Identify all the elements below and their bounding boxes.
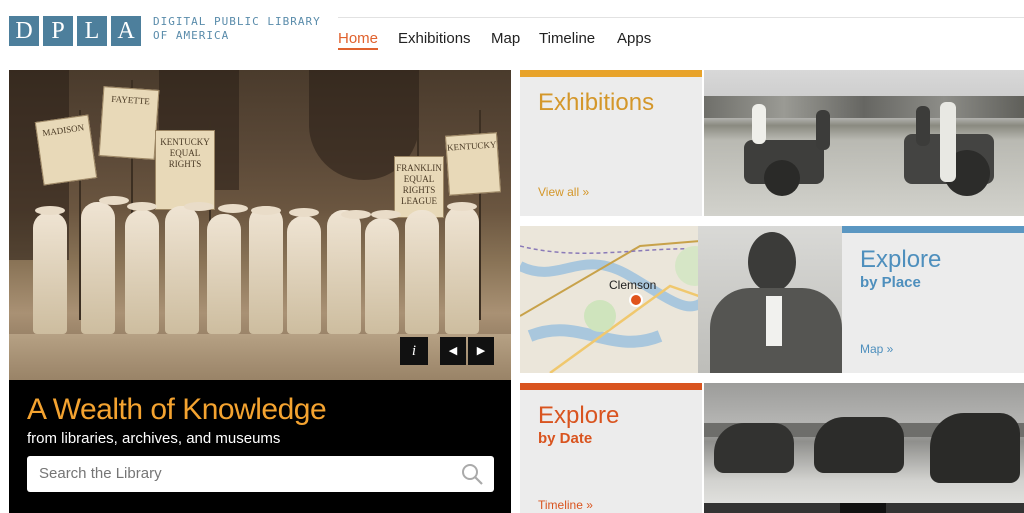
figure [445, 206, 479, 334]
figure [940, 102, 956, 182]
logo-line-1: DIGITAL PUBLIC LIBRARY [153, 15, 321, 28]
figure [916, 106, 930, 146]
racehorse [714, 423, 794, 473]
banner: FRANKLIN EQUAL RIGHTS LEAGUE [394, 156, 444, 218]
date-title[interactable]: Explore [538, 402, 619, 430]
tractor-wheel [764, 160, 800, 196]
exhibitions-view-all-link[interactable]: View all » [538, 185, 589, 199]
hat [35, 206, 65, 215]
hat [341, 210, 371, 219]
nav-apps[interactable]: Apps [617, 30, 651, 47]
logo-line-2: OF AMERICA [153, 29, 230, 42]
figure [365, 218, 399, 334]
figure [207, 214, 241, 334]
nav-timeline[interactable]: Timeline [539, 30, 595, 47]
hat [184, 202, 214, 211]
racehorse [930, 413, 1020, 483]
hero-subtitle: from libraries, archives, and museums [27, 430, 281, 447]
logo-letter: P [43, 16, 73, 46]
hero-photo[interactable]: MADISON FAYETTE KENTUCKY EQUAL RIGHTS FR… [9, 70, 511, 382]
search-icon[interactable] [460, 462, 484, 486]
hero-title: A Wealth of Knowledge [27, 393, 327, 426]
date-accent [520, 383, 702, 390]
nav-home[interactable]: Home [338, 30, 379, 50]
next-slide-button[interactable]: ▶ [468, 337, 494, 365]
timeline-active-segment[interactable] [840, 503, 886, 513]
map-photo[interactable]: Clemson [520, 226, 842, 373]
logo-letter: L [77, 16, 107, 46]
figure [405, 210, 439, 334]
banner: KENTUCKY [444, 132, 502, 196]
logo-wordmark: DIGITAL PUBLIC LIBRARY OF AMERICA [153, 15, 321, 43]
timeline-link[interactable]: Timeline » [538, 498, 593, 512]
info-button[interactable]: i [400, 337, 428, 365]
street [9, 334, 511, 382]
hat [447, 202, 477, 211]
figure [752, 104, 766, 144]
place-accent [842, 226, 1024, 233]
racehorse [814, 417, 904, 473]
hat [127, 202, 157, 211]
hat [251, 206, 281, 215]
exhibitions-accent [520, 70, 702, 77]
hat [371, 210, 401, 219]
banner: FAYETTE [98, 86, 160, 160]
nav-exhibitions[interactable]: Exhibitions [398, 30, 471, 47]
header-divider [338, 17, 1024, 18]
nav-map[interactable]: Map [491, 30, 520, 47]
figure [287, 216, 321, 334]
map-place-label: Clemson [609, 278, 657, 292]
hat [218, 204, 248, 213]
figure [327, 210, 361, 334]
prev-slide-button[interactable]: ◀ [440, 337, 466, 365]
logo-letter: D [9, 16, 39, 46]
map-marker-icon[interactable] [629, 293, 643, 307]
figure [125, 210, 159, 334]
figure [33, 212, 67, 334]
exhibition-photo[interactable] [704, 70, 1024, 216]
exhibitions-title[interactable]: Exhibitions [538, 89, 654, 117]
hat [289, 208, 319, 217]
figure [81, 202, 115, 334]
portrait-shirt [766, 296, 782, 346]
banner: MADISON [34, 114, 98, 186]
figure [249, 206, 283, 334]
figure [165, 206, 199, 334]
logo-letter: A [111, 16, 141, 46]
hat [99, 196, 129, 205]
figure [816, 110, 830, 150]
place-title[interactable]: Explore [860, 246, 941, 274]
banner: KENTUCKY EQUAL RIGHTS [155, 130, 215, 210]
map-link[interactable]: Map » [860, 342, 893, 356]
date-subtitle: by Date [538, 430, 593, 447]
portrait-head [748, 232, 796, 292]
place-subtitle: by Place [860, 274, 921, 291]
timeline-photo[interactable] [704, 383, 1024, 513]
search-input[interactable] [27, 456, 494, 492]
